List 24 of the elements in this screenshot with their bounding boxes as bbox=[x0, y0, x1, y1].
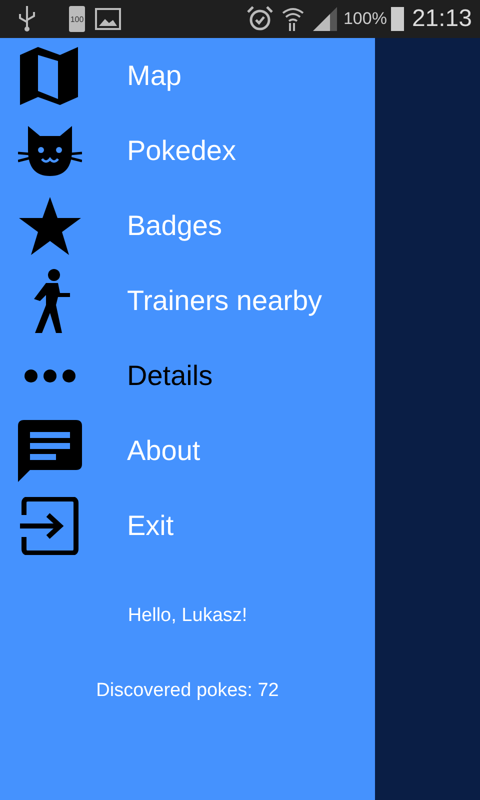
menu-item[interactable]: Details bbox=[127, 360, 213, 392]
wifi-icon bbox=[281, 6, 306, 32]
battery-full-icon: 100 bbox=[69, 6, 85, 32]
image-icon bbox=[95, 8, 121, 30]
menu-item[interactable]: Trainers nearby bbox=[127, 284, 322, 316]
clock-time: 21:13 bbox=[412, 5, 472, 33]
menu-item[interactable]: Exit bbox=[127, 510, 174, 542]
message-icon bbox=[18, 420, 82, 482]
battery-icon bbox=[390, 7, 404, 31]
menu-item[interactable]: About bbox=[127, 434, 200, 466]
star-icon bbox=[19, 196, 81, 254]
cat-icon bbox=[18, 126, 82, 176]
exit-icon bbox=[20, 496, 80, 554]
usb-icon bbox=[18, 6, 36, 32]
discovered-count: Discovered pokes: 72 bbox=[96, 680, 279, 702]
signal-icon bbox=[313, 7, 338, 31]
menu-item[interactable]: Map bbox=[127, 60, 182, 92]
more-dots-icon bbox=[24, 368, 76, 382]
alarm-clock-icon bbox=[247, 6, 274, 32]
greeting-text: Hello, Lukasz! bbox=[128, 605, 248, 627]
menu-item[interactable]: Pokedex bbox=[127, 134, 236, 166]
menu-item[interactable]: Badges bbox=[127, 210, 222, 242]
map-icon bbox=[20, 46, 80, 104]
battery-percent: 100% bbox=[343, 9, 387, 29]
